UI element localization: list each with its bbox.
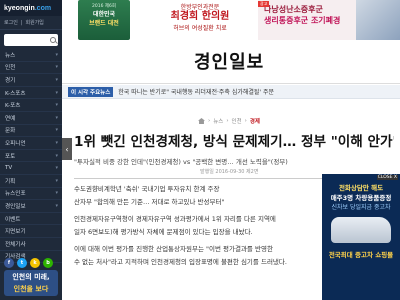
sidebar-item-opinion[interactable]: 오피니언 ▾ (0, 137, 62, 150)
sidebar-item-feature[interactable]: 기획 ▾ (0, 175, 62, 188)
sidebar-item-paper[interactable]: 지면보기 (0, 225, 62, 238)
login-link[interactable]: 로그인 (4, 19, 18, 26)
sidebar-item-ksports[interactable]: K-스포츠 ▾ (0, 87, 62, 100)
sns-links: f t k b (4, 258, 53, 268)
sidebar-item-culture[interactable]: 문화 ▾ (0, 125, 62, 138)
article-paragraph: 산자부 "합의해 만든 기준… 저대로 하고있나 반성부터" (74, 197, 225, 206)
kakao-icon[interactable]: k (30, 258, 40, 268)
breadcrumb-economy[interactable]: 경제 (250, 117, 260, 125)
sidebar-item-kyeongin[interactable]: 경인일보 ▾ (0, 200, 62, 213)
chevron-down-icon: ▾ (55, 51, 58, 58)
article-body: 수도권향비계학년 '축쉬' 국내기업 투자유치 한계 주장 산자부 "합의해 만… (74, 184, 314, 274)
ad-photo (356, 0, 400, 40)
article-subtitle: "투자실적 비중 강한 인데"(인천경제청) vs "공백한 변명… 개선 노력… (74, 158, 288, 166)
sidebar-item-tv[interactable]: TV ▾ (0, 162, 62, 175)
ticker-label: 이 시각 주요뉴스 (68, 86, 114, 97)
site-header: 경인일보 (62, 42, 400, 84)
chevron-down-icon: ▾ (55, 202, 58, 209)
car-image (331, 217, 391, 243)
chevron-down-icon: ▾ (55, 127, 58, 134)
article-paragraph: 일자 6면보도)해 평가방식 자체에 문제점이 있다는 입장을 내놨다. (74, 227, 253, 236)
chevron-down-icon: ▾ (55, 76, 58, 83)
chevron-down-icon: ▾ (55, 89, 58, 96)
chevron-down-icon: ▾ (55, 114, 58, 121)
sidebar-search-input[interactable] (4, 34, 58, 46)
article-paragraph: 인천경제자유구역청이 경제자유구역 성과평가에서 1위 자리를 다른 지역에 (74, 215, 276, 223)
clinic-ad[interactable]: 한방부인과전문 최경희 한의원 허브의 여성질환 치료 (146, 0, 254, 40)
sidebar-item-incheon[interactable]: 인천 ▾ (0, 62, 62, 75)
breadcrumb-separator: › (208, 118, 211, 124)
site-logo[interactable]: kyeongin.com (4, 5, 51, 12)
facebook-icon[interactable]: f (4, 258, 14, 268)
chevron-down-icon: ▾ (55, 102, 58, 109)
chevron-down-icon: ▾ (55, 190, 58, 197)
left-sidebar: kyeongin.com 로그인 | 회원가입 뉴스 ▾ 인천 ▾ 경기 ▾ K-스포… (0, 0, 62, 300)
sidebar-nav: 뉴스 ▾ 인천 ▾ 경기 ▾ K-스포츠 ▾ K-포츠 ▾ 연예 ▾ 문화 ▾ 오피니언 ▾ 포… (0, 49, 62, 264)
twitter-icon[interactable]: t (17, 258, 27, 268)
sidebar-item-entertainment[interactable]: 연예 ▾ (0, 112, 62, 125)
sidebar-item-newsinfo[interactable]: 뉴스인포 ▾ (0, 188, 62, 201)
masthead[interactable]: 경인일보 (194, 48, 264, 74)
breadcrumb: › 뉴스 › 인천 › 경제 (198, 117, 260, 125)
logo-row: kyeongin.com (0, 0, 62, 16)
article-paragraph: 수도권향비계학년 '축쉬' 국내기업 투자유치 한계 주장 (74, 185, 220, 193)
floating-car-ad[interactable]: CLOSE X 전화상담만 해도 매주3명 차량용품증정 신차보 당일지금 중고… (322, 174, 400, 300)
breadcrumb-incheon[interactable]: 인천 (232, 117, 242, 125)
breadcrumb-separator: › (244, 118, 247, 124)
chevron-down-icon: ▾ (55, 165, 58, 172)
article-paragraph: 이에 대해 이번 평가를 진행한 산업통상자원부는 "이번 평가결과를 반영한 (74, 245, 273, 253)
sidebar-banner[interactable]: 인천의 미래, 인천을 보다 (4, 270, 58, 296)
chevron-down-icon: ▾ (55, 177, 58, 184)
ticker-headline[interactable]: 한국 따니는 반기로" 국내행동 리더재전·주축 심가해결될' 주문 (118, 87, 274, 96)
sidebar-item-gyeonggi[interactable]: 경기 ▾ (0, 74, 62, 87)
chevron-down-icon: ▾ (55, 152, 58, 159)
sidebar-item-all-articles[interactable]: 전체기사 (0, 238, 62, 251)
home-icon[interactable] (198, 118, 205, 124)
brand-award-ad[interactable]: 2016 제6회 대한민국 브랜드 대전 (78, 0, 130, 40)
blog-icon[interactable]: b (43, 258, 53, 268)
account-links: 로그인 | 회원가입 (0, 16, 62, 30)
prev-article-arrow-icon[interactable]: ‹ (62, 138, 72, 160)
breadcrumb-separator: › (226, 118, 229, 124)
syndrome-ad[interactable]: 다낭성난소증후군 생리통증후군 조기폐경 (258, 0, 400, 40)
ad-badge: 광고 (258, 1, 270, 7)
search-icon[interactable] (50, 37, 56, 43)
article-meta: 발행일 2016-09-30 제2면 (200, 169, 259, 175)
sidebar-item-photo[interactable]: 포토 ▾ (0, 150, 62, 163)
chevron-down-icon: ▾ (55, 64, 58, 71)
news-ticker: 이 시각 주요뉴스 한국 따니는 반기로" 국내행동 리더재전·주축 심가해결될… (62, 85, 400, 99)
close-ad-button[interactable]: CLOSE X (376, 175, 398, 180)
sidebar-item-kports[interactable]: K-포츠 ▾ (0, 99, 62, 112)
sidebar-item-news[interactable]: 뉴스 ▾ (0, 49, 62, 62)
chevron-down-icon: ▾ (55, 139, 58, 146)
join-link[interactable]: 회원가입 (26, 19, 44, 26)
login-separator: | (20, 19, 23, 26)
breadcrumb-news[interactable]: 뉴스 (213, 117, 223, 125)
article-title: 1위 뺏긴 인천경제청, 방식 문제제기… 정부 "이해 안가" (74, 134, 394, 150)
sidebar-item-event[interactable]: 이벤트 (0, 213, 62, 226)
article-paragraph: 수 없는 처사"라고 지적하며 인천경제청의 입장표명에 불편한 심기를 드러냈… (74, 257, 287, 266)
